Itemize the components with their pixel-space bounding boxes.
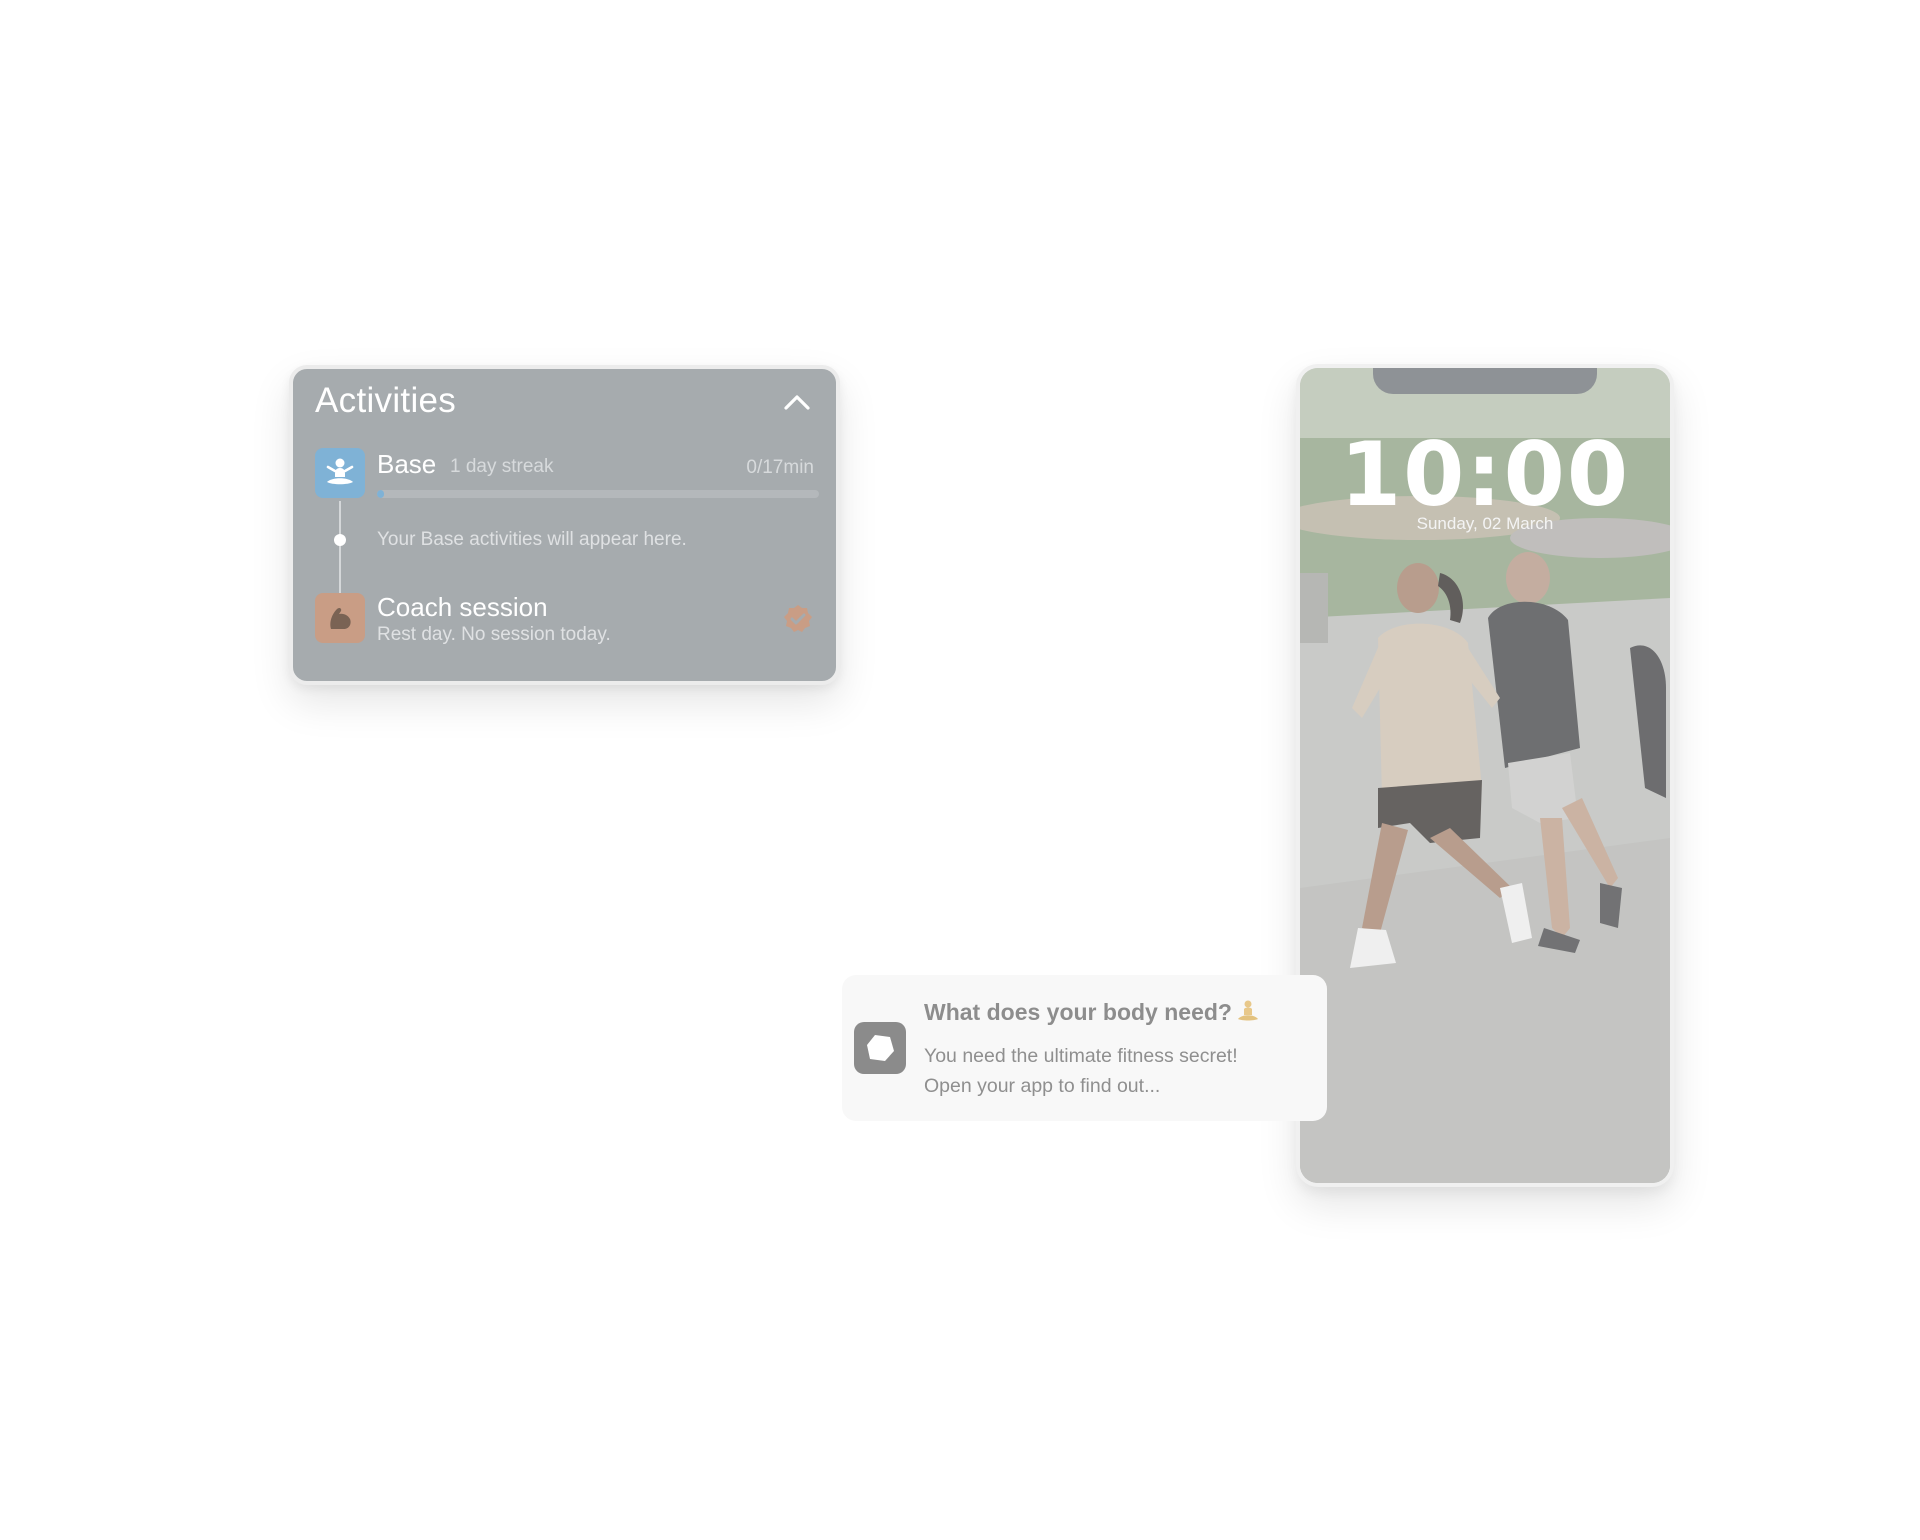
person-in-lotus-position-emoji-icon — [1237, 1000, 1258, 1021]
base-progress-fill — [377, 490, 384, 498]
coach-session-label[interactable]: Coach session — [377, 592, 548, 623]
notification-title-text: What does your body need? — [924, 999, 1232, 1025]
hexagon-logo-icon — [867, 1035, 894, 1061]
collapse-button[interactable] — [780, 387, 814, 417]
coach-session-icon-tile — [315, 593, 365, 643]
activities-title: Activities — [315, 381, 457, 420]
verified-check-icon — [784, 605, 812, 632]
base-progress-text: 0/17min — [746, 457, 814, 478]
meditation-icon — [326, 458, 354, 485]
notification-body-line-2: Open your app to find out... — [924, 1075, 1161, 1097]
activities-card: Activities Base 1 day streak 0/17min You… — [289, 365, 840, 685]
base-activity-icon-tile — [315, 448, 365, 498]
base-streak-text: 1 day streak — [450, 456, 554, 477]
lock-screen: 10:00 Sunday, 02 March — [1300, 368, 1670, 1183]
lock-screen-date: Sunday, 02 March — [1416, 514, 1554, 533]
lock-screen-time: 10:00 — [1339, 423, 1631, 526]
flexed-arm-icon — [330, 607, 351, 629]
timeline-dot — [334, 534, 346, 546]
notification-body: You need the ultimate fitness secret! Op… — [924, 1041, 1314, 1101]
base-progress-bar — [377, 490, 819, 498]
phone-mockup: 10:00 Sunday, 02 March — [1296, 364, 1674, 1187]
coach-session-subtitle: Rest day. No session today. — [377, 624, 611, 645]
push-notification[interactable]: What does your body need? You need the u… — [842, 975, 1327, 1121]
base-empty-message: Your Base activities will appear here. — [377, 529, 687, 550]
base-activity-label: Base — [377, 449, 437, 479]
chevron-up-icon — [784, 395, 810, 410]
app-logo-icon — [854, 1022, 906, 1074]
phone-notch — [1373, 368, 1597, 394]
timeline-line — [339, 501, 341, 593]
notification-body-line-1: You need the ultimate fitness secret! — [924, 1045, 1238, 1067]
notification-title: What does your body need? — [924, 999, 1260, 1026]
